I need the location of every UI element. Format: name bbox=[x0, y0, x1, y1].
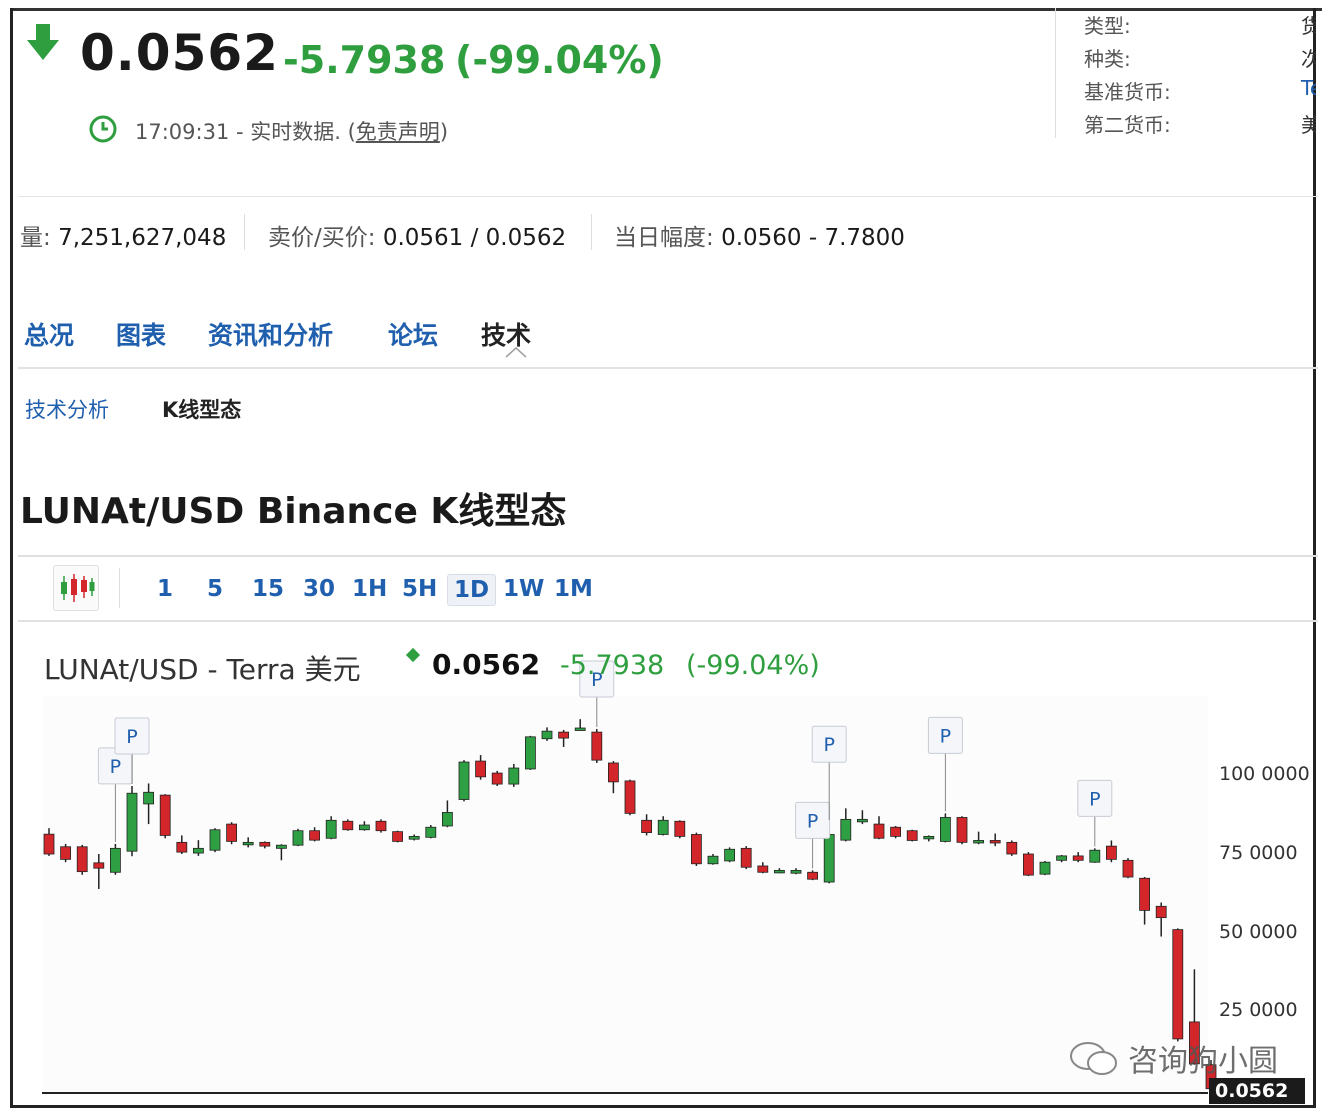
chart-legend-change: -5.7938 bbox=[560, 650, 665, 681]
active-tab-caret-icon bbox=[505, 346, 527, 358]
page-title: LUNAt/USD Binance K线型态 bbox=[20, 491, 567, 532]
down-arrow-icon bbox=[27, 24, 59, 60]
info-label-base: 基准货币: bbox=[1084, 80, 1171, 104]
timestamp: 17:09:31 bbox=[135, 120, 230, 144]
divider bbox=[18, 555, 1318, 557]
timestamp-line: 17:09:31 - 实时数据. (免责声明) bbox=[135, 116, 448, 146]
volume-value: 7,251,627,048 bbox=[58, 225, 227, 251]
wechat-icon bbox=[1070, 1042, 1117, 1075]
interval-1[interactable]: 1 bbox=[151, 574, 179, 604]
y-tick-label: 50 0000 bbox=[1219, 921, 1298, 943]
info-label-quote: 第二货币: bbox=[1084, 113, 1171, 137]
range-stat: 当日幅度: 0.0560 - 7.7800 bbox=[614, 218, 905, 252]
stat-separator bbox=[244, 214, 245, 250]
x-axis-line bbox=[42, 1092, 1208, 1094]
y-tick-label: 75 0000 bbox=[1219, 842, 1298, 864]
chart-type-button[interactable] bbox=[53, 565, 99, 611]
close-paren: ) bbox=[439, 120, 449, 144]
interval-1h[interactable]: 1H bbox=[346, 574, 393, 604]
interval-1d[interactable]: 1D bbox=[447, 574, 497, 606]
subtab-technical-analysis[interactable]: 技术分析 bbox=[25, 394, 109, 424]
interval-15[interactable]: 15 bbox=[246, 574, 290, 604]
info-label-kind: 种类: bbox=[1084, 47, 1131, 71]
chart-legend-change-percent: (-99.04%) bbox=[686, 650, 820, 681]
chart-plot-area[interactable] bbox=[42, 696, 1208, 1092]
tab-chart[interactable]: 图表 bbox=[116, 316, 166, 352]
interval-1m[interactable]: 1M bbox=[548, 574, 599, 604]
instrument-info-panel: 类型: 货 种类: 次 基准货币: Te 第二货币: 美 bbox=[1055, 8, 1316, 138]
tab-overview[interactable]: 总况 bbox=[24, 316, 74, 352]
tab-news-analysis[interactable]: 资讯和分析 bbox=[208, 316, 333, 352]
last-price-tag: 0.0562 bbox=[1209, 1078, 1305, 1104]
subtab-candlestick-patterns[interactable]: K线型态 bbox=[162, 394, 241, 424]
info-value-base[interactable]: Te bbox=[1301, 76, 1316, 100]
volume-stat: 量: 7,251,627,048 bbox=[20, 218, 226, 252]
price-change: -5.7938 bbox=[283, 38, 446, 82]
interval-30[interactable]: 30 bbox=[297, 574, 341, 604]
info-value-type: 货 bbox=[1301, 10, 1316, 39]
clock-icon bbox=[89, 115, 117, 143]
price-change-percent: (-99.04%) bbox=[455, 38, 664, 82]
tabs-divider bbox=[18, 367, 1318, 369]
y-tick-label: 100 0000 bbox=[1219, 763, 1310, 785]
divider bbox=[18, 196, 1318, 197]
volume-label: 量: bbox=[20, 225, 51, 251]
interval-5h[interactable]: 5H bbox=[396, 574, 443, 604]
watermark-text: 咨询狗小圆 bbox=[1128, 1044, 1278, 1079]
disclaimer-link[interactable]: 免责声明 bbox=[356, 120, 440, 144]
y-tick-label: 25 0000 bbox=[1219, 999, 1298, 1021]
candlestick-icon bbox=[61, 574, 95, 602]
info-value-quote: 美 bbox=[1301, 109, 1316, 138]
interval-1w[interactable]: 1W bbox=[497, 574, 550, 604]
bidask-value: 0.0561 / 0.0562 bbox=[382, 225, 567, 251]
divider bbox=[18, 620, 1318, 622]
bidask-stat: 卖价/买价: 0.0561 / 0.0562 bbox=[268, 218, 566, 252]
tab-forum[interactable]: 论坛 bbox=[388, 316, 438, 352]
stat-separator bbox=[591, 214, 592, 250]
info-label-type: 类型: bbox=[1084, 14, 1131, 38]
realtime-label: - 实时数据. ( bbox=[229, 120, 356, 144]
current-price: 0.0562 bbox=[80, 24, 279, 82]
range-value: 0.0560 - 7.7800 bbox=[721, 225, 905, 251]
chart-legend-price: 0.0562 bbox=[432, 648, 541, 681]
interval-5[interactable]: 5 bbox=[201, 574, 229, 604]
bidask-label: 卖价/买价: bbox=[268, 225, 376, 251]
info-value-kind: 次 bbox=[1301, 43, 1316, 72]
toolbar-separator bbox=[119, 568, 120, 608]
chart-legend-name: LUNAt/USD - Terra 美元 bbox=[44, 653, 361, 686]
range-label: 当日幅度: bbox=[614, 225, 714, 251]
